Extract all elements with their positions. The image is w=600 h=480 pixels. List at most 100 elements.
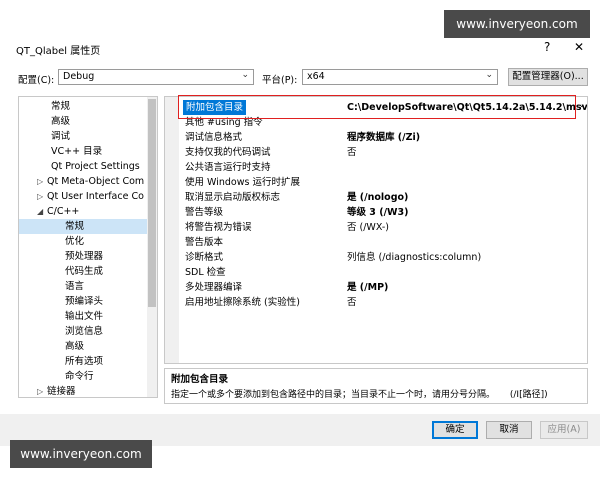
ok-button[interactable]: 确定	[432, 421, 478, 439]
help-button[interactable]: ?	[544, 40, 550, 54]
config-select[interactable]: Debug ⌄	[58, 69, 254, 85]
property-row[interactable]: 使用 Windows 运行时扩展	[165, 175, 587, 190]
property-value[interactable]: 列信息 (/diagnostics:column)	[347, 250, 481, 265]
description-body: 指定一个或多个要添加到包含路径中的目录；当目录不止一个时，请用分号分隔。	[171, 390, 496, 400]
close-icon[interactable]: ✕	[574, 40, 584, 54]
property-row[interactable]: 多处理器编译 是 (/MP)	[165, 280, 587, 295]
tree-item[interactable]: ▷ Qt Meta-Object Com	[19, 174, 147, 189]
tree-item[interactable]: 命令行	[19, 369, 147, 384]
description-switch: (/I[路径])	[509, 390, 548, 400]
collapsed-icon[interactable]: ▷	[37, 174, 47, 189]
tree-item-label: 所有选项	[65, 356, 104, 367]
cancel-button[interactable]: 取消	[486, 421, 532, 439]
tree-item-label: 代码生成	[65, 266, 104, 277]
tree-item-label: 优化	[65, 236, 85, 247]
property-name: 警告版本	[185, 237, 224, 248]
tree-item[interactable]: 浏览信息	[19, 324, 147, 339]
tree-item[interactable]: 常规	[19, 99, 147, 114]
tree-item[interactable]: ▷ Qt User Interface Co	[19, 189, 147, 204]
property-name: 将警告视为错误	[185, 222, 252, 233]
tree-item-label: Qt User Interface Co	[47, 191, 144, 202]
tree-item-label: VC++ 目录	[51, 146, 103, 157]
tree-item-label: Qt Meta-Object Com	[47, 176, 145, 187]
collapsed-icon[interactable]: ▷	[37, 384, 47, 397]
tree-item[interactable]: 高级	[19, 339, 147, 354]
tree-item-label: 常规	[65, 221, 85, 232]
property-row[interactable]: 公共语言运行时支持	[165, 160, 587, 175]
property-name: 启用地址擦除系统 (实验性)	[185, 297, 300, 308]
property-tree[interactable]: 常规 高级 调试 VC++ 目录 Qt Project Settings ▷ Qt Meta…	[18, 96, 158, 398]
property-row[interactable]: 将警告视为错误 否 (/WX-)	[165, 220, 587, 235]
property-row[interactable]: 取消显示启动版权标志 是 (/nologo)	[165, 190, 587, 205]
apply-button[interactable]: 应用(A)	[540, 421, 588, 439]
tree-item-label: 高级	[51, 116, 71, 127]
tree-item-label: 链接器	[47, 386, 76, 397]
tree-item[interactable]: 语言	[19, 279, 147, 294]
tree-item[interactable]: 预编译头	[19, 294, 147, 309]
value-dropdown-icon[interactable]: ⌄	[578, 100, 586, 110]
tree-item-label: 常规	[51, 101, 71, 112]
property-value[interactable]: 否	[347, 295, 357, 310]
tree-item-label: 预处理器	[65, 251, 104, 262]
property-value[interactable]: 否 (/WX-)	[347, 220, 389, 235]
tree-item-label: 高级	[65, 341, 85, 352]
tree-item-label: Qt Project Settings	[51, 161, 140, 172]
description-panel: 附加包含目录 指定一个或多个要添加到包含路径中的目录；当目录不止一个时，请用分号…	[164, 368, 588, 404]
tree-item[interactable]: 优化	[19, 234, 147, 249]
property-name: 警告等级	[185, 207, 224, 218]
window-title: QT_Qlabel 属性页	[16, 46, 101, 57]
description-text: 指定一个或多个要添加到包含路径中的目录；当目录不止一个时，请用分号分隔。 (/I…	[171, 387, 548, 400]
tree-item[interactable]: 常规	[19, 219, 147, 234]
tree-item[interactable]: 所有选项	[19, 354, 147, 369]
config-value: Debug	[63, 71, 95, 82]
property-name: 多处理器编译	[185, 282, 243, 293]
property-row[interactable]: 支持仅我的代码调试 否	[165, 145, 587, 160]
property-row[interactable]: 警告版本	[165, 235, 587, 250]
property-name: 诊断格式	[185, 252, 224, 263]
property-row[interactable]: 启用地址擦除系统 (实验性) 否	[165, 295, 587, 310]
tree-item[interactable]: ▷ 链接器	[19, 384, 147, 397]
property-grid[interactable]: 附加包含目录 C:\DevelopSoftware\Qt\Qt5.14.2a\5.…	[164, 96, 588, 364]
property-name: 公共语言运行时支持	[185, 162, 271, 173]
property-row[interactable]: 调试信息格式 程序数据库 (/Zi)	[165, 130, 587, 145]
watermark-bottom: www.inveryeon.com	[10, 440, 152, 468]
property-row[interactable]: SDL 检查	[165, 265, 587, 280]
tree-item[interactable]: Qt Project Settings	[19, 159, 147, 174]
property-value[interactable]: 程序数据库 (/Zi)	[347, 130, 420, 145]
platform-select[interactable]: x64 ⌄	[302, 69, 498, 85]
property-row[interactable]: 警告等级 等级 3 (/W3)	[165, 205, 587, 220]
description-title: 附加包含目录	[171, 374, 229, 385]
property-row[interactable]: 诊断格式 列信息 (/diagnostics:column)	[165, 250, 587, 265]
tree-scrollbar-thumb[interactable]	[148, 99, 156, 307]
tree-item[interactable]: VC++ 目录	[19, 144, 147, 159]
property-name: 取消显示启动版权标志	[185, 192, 281, 203]
tree-item[interactable]: 代码生成	[19, 264, 147, 279]
property-name: SDL 检查	[185, 267, 226, 278]
tree-item[interactable]: 预处理器	[19, 249, 147, 264]
watermark-top: www.inveryeon.com	[444, 10, 590, 38]
chevron-down-icon: ⌄	[485, 70, 493, 80]
tree-item[interactable]: 输出文件	[19, 309, 147, 324]
property-value[interactable]: 是 (/MP)	[347, 280, 388, 295]
config-manager-button[interactable]: 配置管理器(O)...	[508, 68, 588, 86]
collapsed-icon[interactable]: ▷	[37, 189, 47, 204]
expanded-icon[interactable]: ◢	[37, 204, 47, 219]
tree-item-label: 语言	[65, 281, 85, 292]
property-name: 支持仅我的代码调试	[185, 147, 271, 158]
tree-item-label: 浏览信息	[65, 326, 104, 337]
property-value[interactable]: 否	[347, 145, 357, 160]
config-label: 配置(C):	[18, 75, 55, 86]
tree-item-label: C/C++	[47, 206, 80, 217]
tree-item-label: 命令行	[65, 371, 94, 382]
platform-value: x64	[307, 71, 325, 82]
platform-label: 平台(P):	[262, 75, 298, 86]
property-value[interactable]: 等级 3 (/W3)	[347, 205, 408, 220]
property-value[interactable]: 是 (/nologo)	[347, 190, 408, 205]
tree-item-label: 调试	[51, 131, 71, 142]
tree-item[interactable]: 调试	[19, 129, 147, 144]
tree-item[interactable]: 高级	[19, 114, 147, 129]
property-name: 调试信息格式	[185, 132, 243, 143]
highlight-box	[178, 95, 576, 119]
tree-item-label: 输出文件	[65, 311, 104, 322]
tree-item[interactable]: ◢ C/C++	[19, 204, 147, 219]
